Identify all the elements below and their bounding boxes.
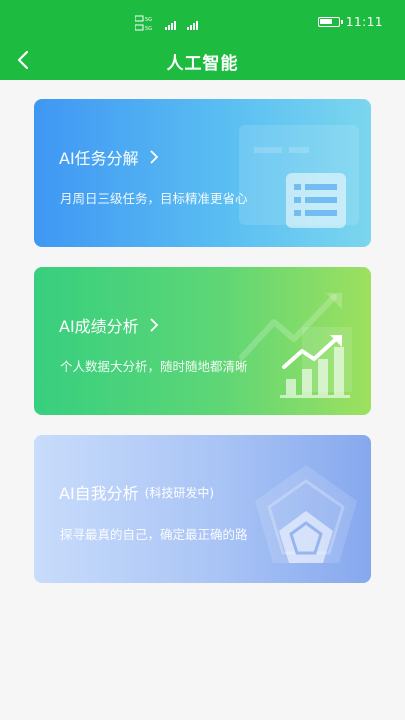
task-list-icon [239, 125, 359, 228]
signal-icon: 5G 5G [135, 15, 198, 32]
svg-text:5G: 5G [145, 26, 152, 32]
card-title-text: AI自我分析 [59, 484, 139, 503]
card-subtitle: 月周日三级任务，目标精准更省心 [60, 191, 248, 206]
card-score-analysis[interactable]: AI成绩分析 个人数据大分析，随时随地都清晰 [34, 267, 371, 415]
card-title: AI任务分解 [59, 145, 159, 169]
card-tag: (科技研发中) [144, 485, 215, 500]
card-subtitle: 个人数据大分析，随时随地都清晰 [60, 359, 248, 374]
battery-icon [317, 17, 343, 27]
page-title: 人工智能 [166, 54, 239, 74]
card-self-analysis[interactable]: AI自我分析 (科技研发中) 探寻最真的自己，确定最正确的路 [34, 435, 371, 583]
card-task-breakdown[interactable]: AI任务分解 月周日三级任务，目标精准更省心 [34, 99, 371, 247]
chevron-right-icon [150, 318, 158, 332]
status-time: 11:11 [345, 15, 383, 29]
card-subtitle: 探寻最真的自己，确定最正确的路 [60, 527, 248, 542]
card-title-text: AI任务分解 [59, 149, 139, 168]
svg-text:5G: 5G [145, 17, 152, 23]
growth-chart-icon [239, 293, 352, 398]
card-title-text: AI成绩分析 [59, 317, 139, 336]
card-title: AI自我分析 (科技研发中) [59, 480, 214, 504]
chevron-right-icon [150, 150, 158, 164]
nav-bar: 人工智能 [0, 40, 405, 80]
card-title: AI成绩分析 [59, 313, 159, 337]
pentagon-radar-icon [255, 465, 357, 563]
